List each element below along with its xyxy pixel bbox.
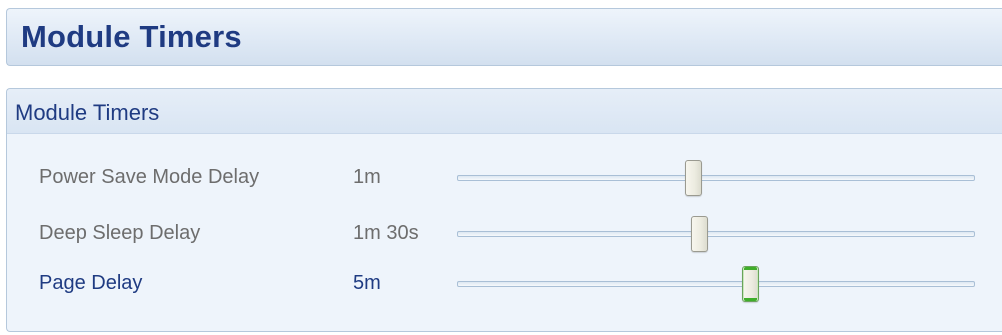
panel-header: Module Timers	[7, 89, 1002, 134]
deep-sleep-delay-label: Deep Sleep Delay	[39, 222, 201, 244]
module-timers-panel: Module Timers Power Save Mode Delay 1m D…	[6, 88, 1002, 332]
slider-thumb[interactable]	[741, 266, 759, 302]
page-delay-row: Page Delay 5m	[7, 265, 1001, 303]
power-save-mode-delay-row: Power Save Mode Delay 1m	[7, 159, 1001, 197]
slider-track[interactable]	[457, 231, 975, 237]
deep-sleep-delay-value: 1m 30s	[353, 222, 419, 244]
panel-title: Module Timers	[15, 100, 160, 125]
page-header: Module Timers	[6, 8, 1002, 66]
deep-sleep-delay-row: Deep Sleep Delay 1m 30s	[7, 215, 1001, 253]
page-delay-slider[interactable]	[457, 265, 975, 303]
slider-track[interactable]	[457, 175, 975, 181]
deep-sleep-delay-slider[interactable]	[457, 215, 975, 253]
slider-thumb[interactable]	[691, 216, 709, 252]
power-save-mode-delay-value: 1m	[353, 166, 381, 188]
power-save-mode-delay-slider[interactable]	[457, 159, 975, 197]
slider-track[interactable]	[457, 281, 975, 287]
page-title: Module Timers	[21, 19, 242, 54]
power-save-mode-delay-label: Power Save Mode Delay	[39, 166, 260, 188]
page-delay-value: 5m	[353, 272, 381, 294]
page-delay-label: Page Delay	[39, 272, 143, 294]
slider-thumb[interactable]	[684, 160, 702, 196]
